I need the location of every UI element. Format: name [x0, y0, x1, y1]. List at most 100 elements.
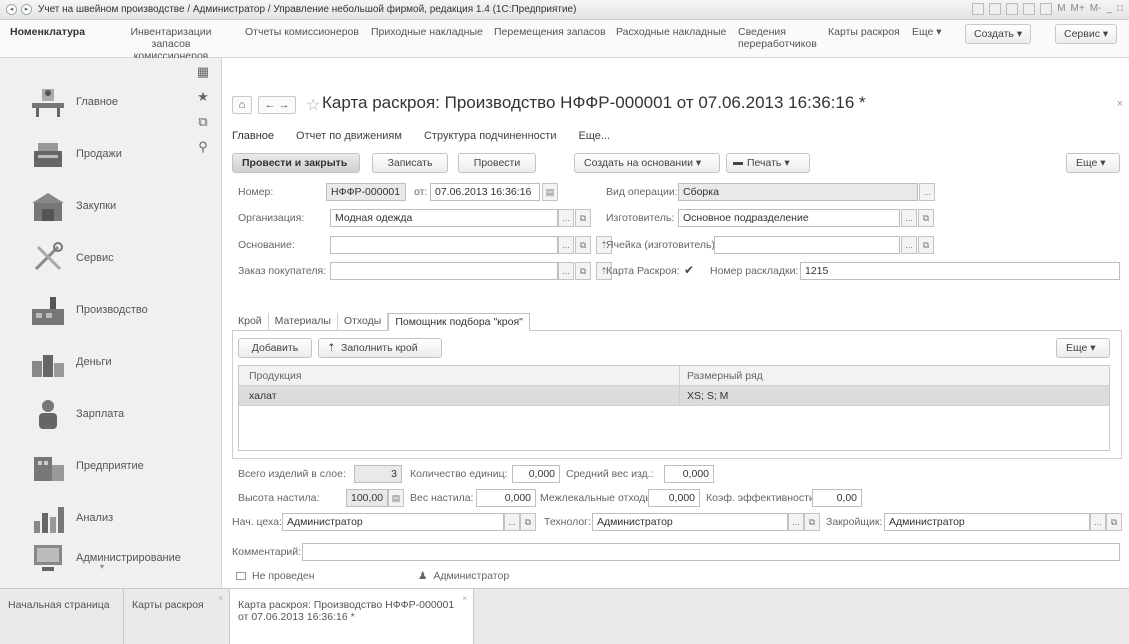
open-link-icon[interactable]: ⧉ — [520, 513, 536, 531]
print-button[interactable]: ▬ Печать ▾ — [726, 153, 810, 173]
post-and-close-button[interactable]: Провести и закрыть — [232, 153, 360, 173]
open-link-icon[interactable]: ⧉ — [918, 236, 934, 254]
grid-menu-icon[interactable]: ▦ — [197, 64, 209, 80]
table-row[interactable]: халат XS; S; M — [239, 386, 1109, 406]
select-button[interactable]: ... — [558, 236, 574, 254]
date-field[interactable]: 07.06.2013 16:36:16 — [430, 183, 540, 201]
layer-weight-field[interactable]: 0,000 — [476, 489, 536, 507]
cutter-field[interactable]: Администратор — [884, 513, 1090, 531]
window-tab-current-document[interactable]: Карта раскроя: Производство НФФР-000001 … — [230, 589, 474, 644]
comment-field[interactable] — [302, 543, 1120, 561]
units-count-field[interactable]: 0,000 — [512, 465, 560, 483]
create-based-on-button[interactable]: Создать на основании ▾ — [574, 153, 720, 173]
organization-field[interactable]: Модная одежда — [330, 209, 558, 227]
menu-item-commission-reports[interactable]: Отчеты комиссионеров — [245, 26, 359, 38]
close-icon[interactable]: × — [1117, 98, 1123, 110]
create-button[interactable]: Создать ▾ — [965, 24, 1032, 44]
home-icon[interactable]: ⌂ — [232, 96, 252, 114]
memory-minus-button[interactable]: M- — [1090, 3, 1102, 15]
tab-more[interactable]: Еще... — [578, 130, 610, 142]
cell-field[interactable] — [714, 236, 900, 254]
save-button[interactable]: Записать — [372, 153, 448, 173]
tab-cut-assistant[interactable]: Помощник подбора "кроя" — [388, 313, 530, 331]
maker-field[interactable]: Основное подразделение — [678, 209, 900, 227]
service-button[interactable]: Сервис ▾ — [1055, 24, 1118, 44]
minimize-icon[interactable]: _ — [1106, 3, 1112, 15]
customer-order-field[interactable] — [330, 262, 558, 280]
menu-item-inventory-commission[interactable]: Инвентаризации запасов комиссионеров — [117, 26, 225, 62]
sidebar-item-purchases[interactable]: Закупки — [0, 180, 190, 232]
select-button[interactable]: ... — [901, 236, 917, 254]
add-button[interactable]: Добавить — [238, 338, 312, 358]
toolbar-icon[interactable] — [972, 3, 985, 15]
number-field[interactable]: НФФР-000001 — [326, 183, 406, 201]
toolbar-icon[interactable] — [1006, 3, 1019, 15]
open-link-icon[interactable]: ⧉ — [575, 262, 591, 280]
forward-circle-icon[interactable]: ▸ — [21, 4, 32, 15]
window-tab-cutting-cards[interactable]: Карты раскроя × — [124, 589, 230, 644]
select-button[interactable]: ... — [919, 183, 935, 201]
close-icon[interactable]: × — [462, 593, 467, 605]
menu-item-nomenclature[interactable]: Номенклатура — [10, 26, 85, 38]
maximize-icon[interactable]: □ — [1117, 3, 1123, 15]
more-button[interactable]: Еще ▾ — [1066, 153, 1120, 173]
toolbar-icon[interactable] — [989, 3, 1002, 15]
open-link-icon[interactable]: ⧉ — [575, 209, 591, 227]
post-button[interactable]: Провести — [458, 153, 536, 173]
layout-number-field[interactable]: 1215 — [800, 262, 1120, 280]
tab-cut[interactable]: Крой — [232, 313, 269, 331]
sidebar-item-enterprise[interactable]: Предприятие — [0, 440, 190, 492]
calculator-icon[interactable]: ▤ — [388, 489, 404, 507]
technologist-field[interactable]: Администратор — [592, 513, 788, 531]
sidebar-item-main[interactable]: Главное — [0, 76, 190, 128]
sidebar-item-service[interactable]: Сервис — [0, 232, 190, 284]
back-forward-arrows-icon[interactable]: ← → — [258, 96, 296, 114]
tab-movement-report[interactable]: Отчет по движениям — [296, 130, 402, 142]
menu-item-more[interactable]: Еще ▾ — [912, 26, 942, 38]
memory-plus-button[interactable]: M+ — [1071, 3, 1085, 15]
operation-field[interactable]: Сборка — [678, 183, 918, 201]
close-icon[interactable]: × — [218, 593, 223, 605]
fill-cut-button[interactable]: ⇡ Заполнить крой — [318, 338, 442, 358]
window-tab-home[interactable]: Начальная страница — [0, 589, 124, 644]
menu-item-stock-transfers[interactable]: Перемещения запасов — [494, 26, 606, 38]
open-link-icon[interactable]: ⧉ — [1106, 513, 1122, 531]
sidebar-item-production[interactable]: Производство — [0, 284, 190, 336]
sidebar-item-money[interactable]: Деньги — [0, 336, 190, 388]
search-icon[interactable]: ⚲ — [198, 139, 208, 155]
menu-item-incoming-invoices[interactable]: Приходные накладные — [371, 26, 483, 38]
select-button[interactable]: ... — [558, 262, 574, 280]
waste-field[interactable]: 0,000 — [648, 489, 700, 507]
select-button[interactable]: ... — [788, 513, 804, 531]
tab-waste[interactable]: Отходы — [338, 313, 389, 331]
scroll-down-icon[interactable]: ▾ — [100, 562, 104, 571]
sidebar-item-salary[interactable]: Зарплата — [0, 388, 190, 440]
open-link-icon[interactable]: ⧉ — [575, 236, 591, 254]
total-items-field[interactable]: 3 — [354, 465, 402, 483]
menu-item-cutting-cards[interactable]: Карты раскроя — [828, 26, 900, 38]
tab-materials[interactable]: Материалы — [269, 313, 338, 331]
favorite-star-icon[interactable]: ☆ — [306, 95, 320, 115]
select-button[interactable]: ... — [1090, 513, 1106, 531]
toolbar-icon[interactable] — [1023, 3, 1036, 15]
column-header-size-range[interactable]: Размерный ряд — [687, 370, 763, 382]
favorites-star-icon[interactable]: ★ — [197, 89, 209, 105]
avg-weight-field[interactable]: 0,000 — [664, 465, 714, 483]
back-circle-icon[interactable]: ◂ — [6, 4, 17, 15]
toolbar-icon[interactable] — [1040, 3, 1053, 15]
tab-more-button[interactable]: Еще ▾ — [1056, 338, 1110, 358]
sidebar-item-sales[interactable]: Продажи — [0, 128, 190, 180]
shop-head-field[interactable]: Администратор — [282, 513, 504, 531]
efficiency-field[interactable]: 0,00 — [812, 489, 862, 507]
sidebar-item-administration[interactable]: Администрирование — [0, 532, 190, 584]
tab-subordination[interactable]: Структура подчиненности — [424, 130, 557, 142]
select-button[interactable]: ... — [558, 209, 574, 227]
basis-field[interactable] — [330, 236, 558, 254]
column-header-product[interactable]: Продукция — [249, 370, 302, 382]
menu-item-outgoing-invoices[interactable]: Расходные накладные — [616, 26, 726, 38]
open-link-icon[interactable]: ⧉ — [918, 209, 934, 227]
memory-button[interactable]: M — [1057, 3, 1065, 15]
layer-height-field[interactable]: 100,00 — [346, 489, 388, 507]
open-link-icon[interactable]: ⧉ — [804, 513, 820, 531]
menu-item-processor-info[interactable]: Сведения переработчиков — [738, 26, 817, 50]
